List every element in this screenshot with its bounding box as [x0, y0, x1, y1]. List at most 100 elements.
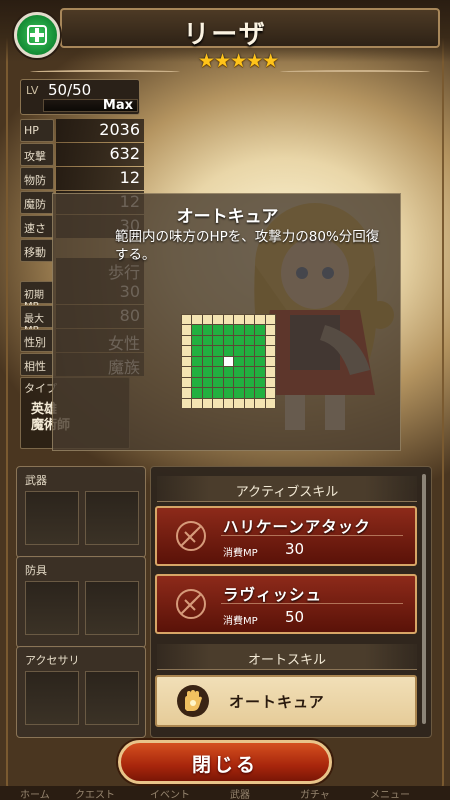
level-label: LV: [26, 84, 39, 97]
range-cell: [223, 367, 234, 377]
mp-cost-label: 消費MP: [223, 616, 258, 627]
close-button[interactable]: 閉じる: [118, 740, 332, 784]
range-cell: [234, 398, 244, 408]
nav-item-weapon[interactable]: 武器: [230, 786, 250, 800]
range-cell: [192, 325, 202, 335]
range-cell: [244, 356, 255, 367]
range-cell: [223, 346, 234, 356]
nav-item-menu[interactable]: メニュー: [370, 786, 410, 800]
stat-label: 性別: [20, 329, 54, 352]
weapon-slot[interactable]: [25, 491, 79, 545]
skill-name: ハリケーンアタック: [223, 518, 371, 536]
bottom-nav: ホーム クエスト イベント 武器 ガチャ メニュー: [0, 786, 450, 800]
active-skill-card[interactable]: ハリケーンアタック 消費MP 30: [155, 506, 417, 566]
range-cell: [192, 335, 202, 346]
nav-item-quest[interactable]: クエスト: [75, 786, 115, 800]
range-cell: [213, 346, 223, 356]
range-cell: [192, 398, 202, 408]
range-cell: [182, 367, 192, 377]
accessory-slot[interactable]: [85, 671, 139, 725]
range-cell: [223, 388, 234, 398]
range-cell: [182, 346, 192, 356]
stat-label: 速さ: [20, 215, 54, 238]
range-cell: [244, 398, 255, 408]
skill-detail-popup[interactable]: オートキュア 範囲内の味方のHPを、攻撃力の80%分回復する。: [52, 193, 401, 451]
range-cell: [182, 377, 192, 388]
range-cell: [223, 356, 234, 367]
range-cell: [234, 325, 244, 335]
range-cell: [182, 356, 192, 367]
nav-item-event[interactable]: イベント: [150, 786, 190, 800]
range-cell: [223, 377, 234, 388]
range-cell: [182, 398, 192, 408]
level-max-bar: Max: [43, 98, 138, 113]
range-cell: [234, 315, 244, 325]
stat-value: 12: [56, 167, 144, 190]
range-cell: [202, 335, 213, 346]
skill-name: ラヴィッシュ: [223, 586, 323, 604]
range-cell: [202, 346, 213, 356]
mp-cost-value: 30: [285, 540, 305, 558]
level-box: LV 50/50 Max: [20, 79, 140, 115]
range-cell: [202, 356, 213, 367]
range-cell: [255, 346, 265, 356]
skill-scrollbar[interactable]: [422, 474, 426, 724]
range-cell: [255, 325, 265, 335]
header-flourish-left: [30, 70, 180, 74]
locked-skill-icon: [176, 521, 206, 551]
auto-skill-card[interactable]: オートキュア: [155, 675, 417, 727]
range-cell: [255, 367, 265, 377]
stat-label: HP: [20, 119, 54, 142]
range-cell: [213, 335, 223, 346]
weapon-slot[interactable]: [85, 491, 139, 545]
armor-panel: 防具: [16, 556, 146, 648]
active-skill-card[interactable]: ラヴィッシュ 消費MP 50: [155, 574, 417, 634]
range-cell: [223, 335, 234, 346]
level-value: 50/50: [48, 81, 92, 99]
stat-label: 攻撃: [20, 143, 54, 166]
range-cell: [213, 325, 223, 335]
range-cell: [202, 315, 213, 325]
range-cell: [202, 377, 213, 388]
range-cell: [255, 398, 265, 408]
armor-slot[interactable]: [25, 581, 79, 635]
stat-label: 最大MP: [20, 305, 54, 336]
range-cell: [192, 377, 202, 388]
popup-title: オートキュア: [176, 207, 279, 227]
range-cell: [244, 335, 255, 346]
range-cell: [192, 356, 202, 367]
range-cell: [182, 325, 192, 335]
nav-item-home[interactable]: ホーム: [20, 786, 50, 800]
range-cell: [192, 367, 202, 377]
auto-skill-header: オートスキル: [157, 644, 417, 670]
mp-cost-value: 50: [285, 608, 305, 626]
weapon-panel: 武器: [16, 466, 146, 558]
armor-slot[interactable]: [85, 581, 139, 635]
stat-row-physical-def: 物防 12: [20, 167, 144, 190]
character-name: リーザ: [183, 20, 267, 50]
range-cell: [255, 356, 265, 367]
stat-label: 魔防: [20, 191, 54, 214]
cross-shield-icon: [14, 12, 60, 58]
range-cell: [234, 367, 244, 377]
range-cell: [182, 335, 192, 346]
accessory-slot[interactable]: [25, 671, 79, 725]
level-max-label: Max: [102, 98, 133, 113]
range-cell: [255, 315, 265, 325]
range-cell: [213, 388, 223, 398]
active-skill-header: アクティブスキル: [157, 476, 417, 502]
range-cell: [265, 325, 275, 335]
range-cell: [202, 398, 213, 408]
locked-skill-icon: [176, 589, 206, 619]
nav-item-gacha[interactable]: ガチャ: [300, 786, 330, 800]
range-cell: [265, 356, 275, 367]
rarity-stars: ★★★★★: [198, 50, 279, 72]
range-cell: [244, 388, 255, 398]
range-cell: [202, 388, 213, 398]
range-cell: [213, 367, 223, 377]
range-cell: [265, 398, 275, 408]
range-cell: [234, 388, 244, 398]
range-cell: [182, 388, 192, 398]
auto-skill-name: オートキュア: [229, 693, 325, 711]
range-cell: [234, 346, 244, 356]
